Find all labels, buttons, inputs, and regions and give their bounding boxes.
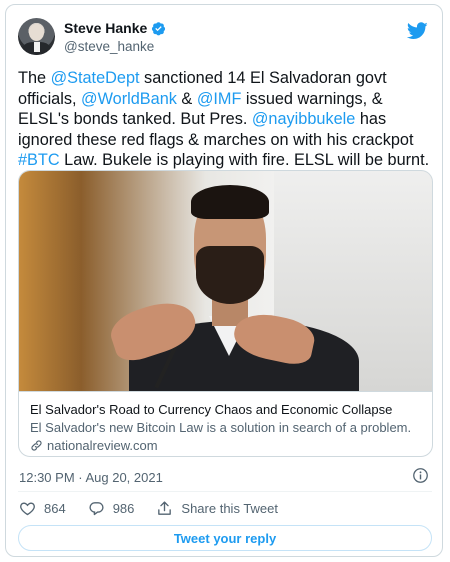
share-label: Share this Tweet [181,501,278,516]
share-button[interactable]: Share this Tweet [156,500,278,517]
link-icon [31,440,42,451]
link-preview-domain-row: nationalreview.com [30,438,158,453]
verified-badge-icon [152,21,166,35]
link-preview-image[interactable] [19,171,432,391]
author-name-row[interactable]: Steve Hanke [64,20,166,36]
divider [18,491,432,492]
mention-nayibbukele-link[interactable]: @nayibbukele [252,110,355,128]
mention-worldbank-link[interactable]: @WorldBank [81,90,177,108]
hashtag-btc-link[interactable]: #BTC [18,151,60,169]
tweet-text-segment: Law. Bukele is playing with fire. ELSL w… [59,151,430,169]
photo-hair [191,185,269,219]
tweet-text-segment: & [176,89,197,108]
avatar-face [29,24,44,41]
link-preview-description: El Salvador's new Bitcoin Law is a solut… [30,420,412,435]
tweet-text-segment: The [18,69,51,87]
tweet-timestamp[interactable]: 12:30 PM · Aug 20, 2021 [19,470,163,485]
tweet-your-reply-button[interactable]: Tweet your reply [18,525,432,551]
author-name[interactable]: Steve Hanke [64,20,147,36]
reply-action-button[interactable]: 986 [88,500,135,517]
link-preview-meta[interactable]: El Salvador's Road to Currency Chaos and… [19,391,432,456]
twitter-bird-icon[interactable] [407,22,428,40]
author-avatar[interactable] [18,18,55,55]
comment-icon [89,502,104,516]
mention-statedept-link[interactable]: @StateDept [51,69,140,87]
tweet-card: Steve Hanke @steve_hanke The @StateDept … [5,4,443,557]
link-preview-title[interactable]: El Salvador's Road to Currency Chaos and… [30,402,392,417]
avatar-shirt [34,42,40,52]
share-icon [158,501,172,515]
reply-count: 986 [112,501,135,516]
heart-icon [20,502,35,516]
author-handle[interactable]: @steve_hanke [64,39,154,54]
like-count: 864 [44,501,66,516]
tweet-text: The @StateDept sanctioned 14 El Salvador… [18,68,438,171]
link-preview-domain: nationalreview.com [47,438,158,453]
tweet-actions: 864 986 Share this Tweet [19,500,300,517]
like-button[interactable]: 864 [19,500,66,517]
link-preview-card[interactable]: El Salvador's Road to Currency Chaos and… [18,170,433,457]
mention-imf-link[interactable]: @IMF [197,90,242,108]
photo-beard [196,246,264,304]
info-icon[interactable] [412,467,429,484]
